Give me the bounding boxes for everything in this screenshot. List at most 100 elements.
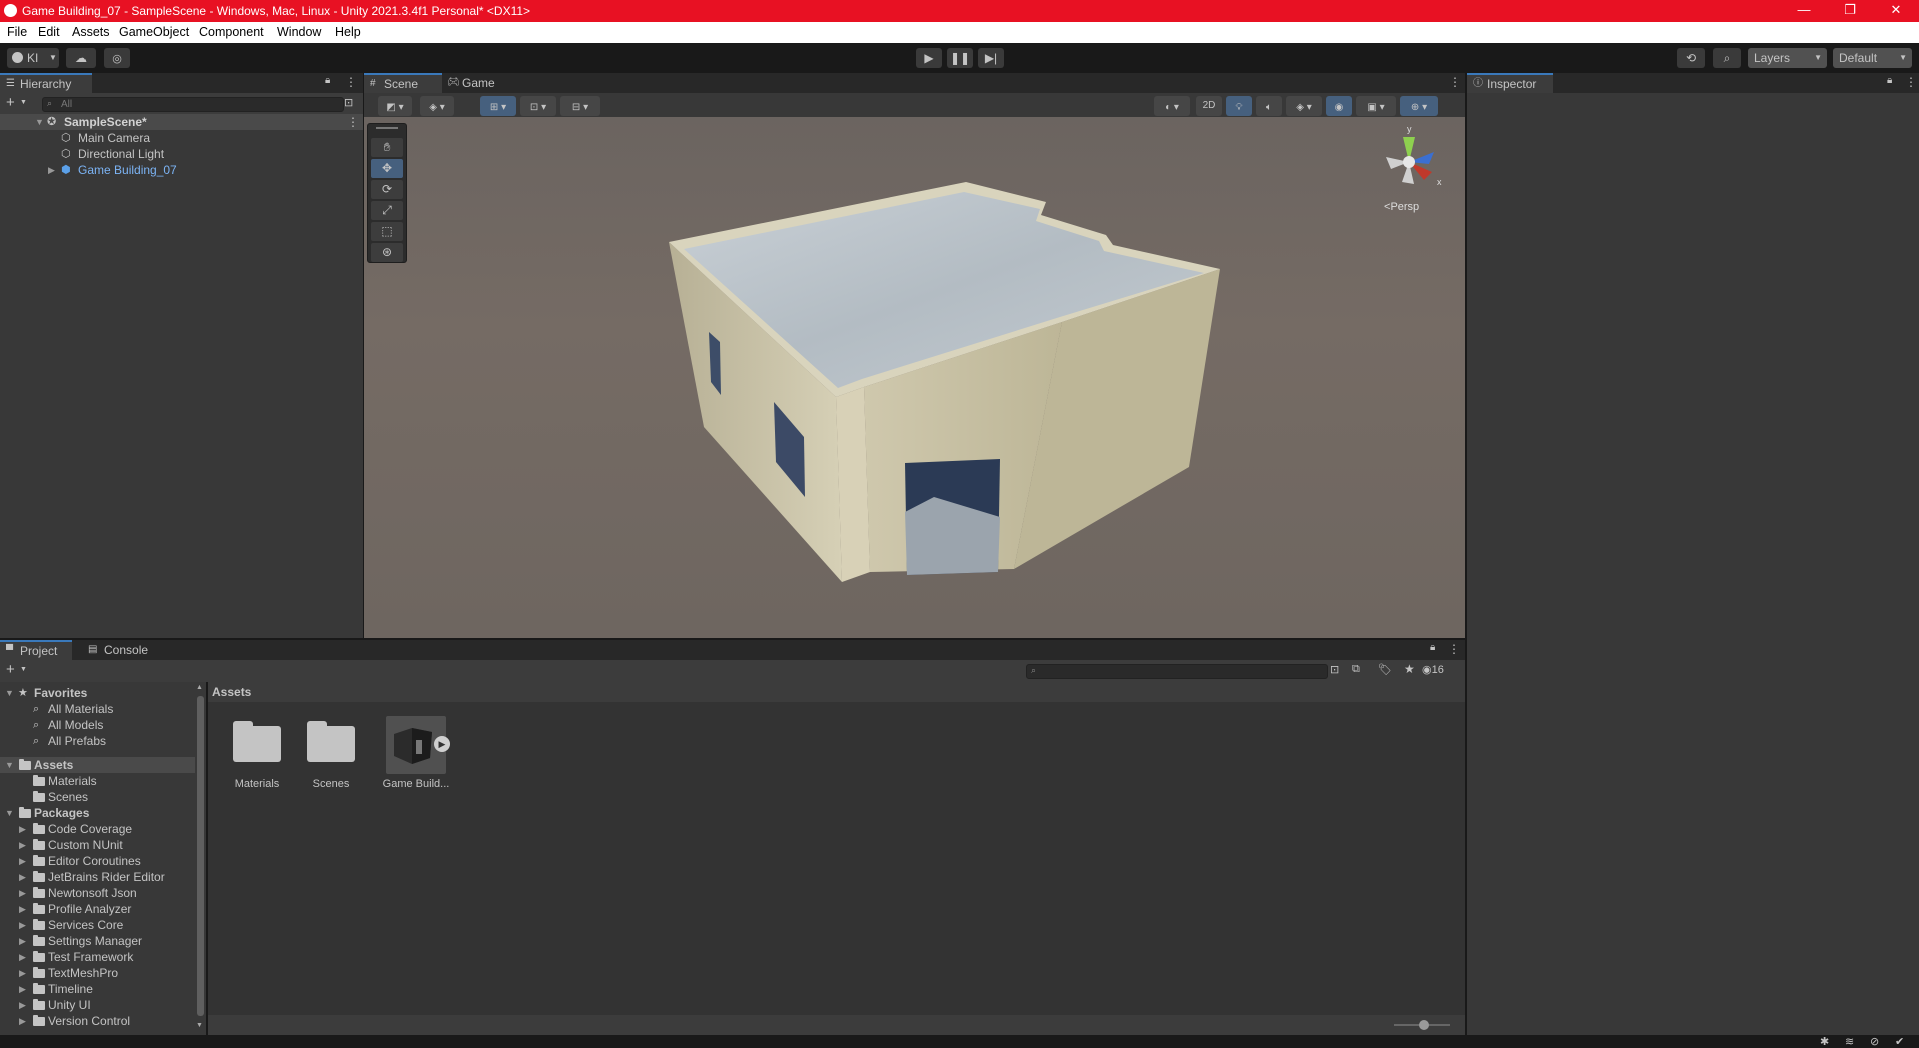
expand-arrow-icon[interactable]: ▶ <box>19 949 26 965</box>
camera-settings-dropdown[interactable]: ▣ ▾ <box>1356 96 1396 116</box>
check-icon[interactable]: ✔ <box>1895 1035 1904 1048</box>
database-icon[interactable]: ≋ <box>1845 1035 1854 1048</box>
menu-edit[interactable]: Edit <box>38 25 60 39</box>
minimize-button[interactable]: — <box>1781 0 1827 22</box>
scene-row[interactable]: ▼ ✪ SampleScene* ⋮ <box>0 114 363 130</box>
add-icon[interactable]: + <box>6 94 15 111</box>
package-item[interactable]: ▶ TextMeshPro <box>0 965 196 981</box>
package-item[interactable]: ▶ Test Framework <box>0 949 196 965</box>
packages-header[interactable]: ▼ Packages <box>0 805 196 821</box>
favorites-item[interactable]: ⌕ All Prefabs <box>0 733 196 749</box>
expand-arrow-icon[interactable]: ▶ <box>19 1013 26 1029</box>
tab-game[interactable]: 🎮︎ Game <box>442 73 502 93</box>
render-mode-dropdown[interactable]: ◐ ▾ <box>1154 96 1190 116</box>
expand-arrow-icon[interactable]: ▶ <box>19 901 26 917</box>
grid-snap-toggle[interactable]: ⊞ ▾ <box>480 96 516 116</box>
lock-icon[interactable]: 🔒︎ <box>325 75 330 86</box>
play-preview-icon[interactable]: ▶ <box>434 736 450 752</box>
add-icon[interactable]: + <box>6 661 15 678</box>
hierarchy-item[interactable]: ⬡ Main Camera <box>0 130 363 146</box>
cloud-button[interactable]: ☁ <box>66 48 96 68</box>
tab-inspector[interactable]: ⓘ Inspector <box>1467 73 1553 93</box>
expand-arrow-icon[interactable]: ▼ <box>5 757 14 773</box>
step-button[interactable]: ▶| <box>978 48 1004 68</box>
expand-arrow-icon[interactable]: ▶ <box>19 821 26 837</box>
menu-window[interactable]: Window <box>277 25 321 39</box>
lock-icon[interactable]: 🔒︎ <box>1430 642 1435 653</box>
kebab-menu-icon[interactable]: ⋮ <box>1448 642 1460 656</box>
tab-scene[interactable]: # Scene <box>364 73 442 93</box>
tab-project[interactable]: ▀ Project <box>0 640 72 660</box>
close-button[interactable]: ✕ <box>1873 0 1919 22</box>
hierarchy-item[interactable]: ▶ ⬢ Game Building_07 <box>0 162 363 178</box>
folder-item[interactable]: Scenes <box>0 789 196 805</box>
menu-component[interactable]: Component <box>199 25 264 39</box>
layout-dropdown[interactable]: Default ▼ <box>1833 48 1912 68</box>
tab-hierarchy[interactable]: ☰ Hierarchy <box>0 73 92 93</box>
drag-handle[interactable] <box>376 127 398 129</box>
expand-arrow-icon[interactable]: ▶ <box>19 965 26 981</box>
kebab-menu-icon[interactable]: ⋮ <box>345 75 357 89</box>
rect-tool-button[interactable]: ⬚ <box>371 222 403 241</box>
expand-arrow-icon[interactable]: ▶ <box>19 933 26 949</box>
expand-arrow-icon[interactable]: ▶ <box>19 853 26 869</box>
breadcrumb[interactable]: Assets <box>212 685 251 699</box>
transform-tool-button[interactable]: ⊛ <box>371 243 403 262</box>
scroll-down-icon[interactable]: ▼ <box>196 1022 203 1029</box>
slider-thumb[interactable] <box>1419 1020 1429 1030</box>
expand-arrow-icon[interactable]: ▼ <box>35 114 44 130</box>
package-item[interactable]: ▶ Profile Analyzer <box>0 901 196 917</box>
expand-arrow-icon[interactable]: ▶ <box>19 917 26 933</box>
asset-tile[interactable]: ▶ Game Build... <box>376 716 450 798</box>
tree-scrollbar[interactable]: ▲ ▼ <box>195 682 206 1035</box>
kebab-menu-icon[interactable]: ⋮ <box>1449 75 1461 89</box>
snap-increment-dropdown[interactable]: ⊡ ▾ <box>520 96 556 116</box>
menu-help[interactable]: Help <box>335 25 361 39</box>
package-item[interactable]: ▶ Unity UI <box>0 997 196 1013</box>
layers-dropdown[interactable]: Layers ▼ <box>1748 48 1827 68</box>
package-item[interactable]: ▶ Editor Coroutines <box>0 853 196 869</box>
menu-file[interactable]: File <box>7 25 27 39</box>
audio-toggle[interactable]: 🔈︎ <box>1256 96 1282 116</box>
filter-type-icon[interactable]: ⧉ <box>1352 663 1360 676</box>
package-item[interactable]: ▶ Code Coverage <box>0 821 196 837</box>
folder-item[interactable]: Materials <box>0 773 196 789</box>
undo-history-button[interactable]: ⟲ <box>1677 48 1705 68</box>
asset-tile[interactable]: Materials <box>228 716 286 798</box>
ruler-dropdown[interactable]: ⊟ ▾ <box>560 96 600 116</box>
scene-viewport[interactable]: ✋︎ ✥ ⟳ ⤢ ⬚ ⊛ y x <Persp <box>364 117 1465 638</box>
play-button[interactable]: ▶ <box>916 48 942 68</box>
draw-mode-dropdown[interactable]: ◩ ▾ <box>378 96 412 116</box>
label-icon[interactable]: 🏷︎ <box>1378 663 1392 676</box>
package-item[interactable]: ▶ Newtonsoft Json <box>0 885 196 901</box>
scroll-up-icon[interactable]: ▲ <box>196 684 203 691</box>
expand-arrow-icon[interactable]: ▶ <box>48 162 55 178</box>
hand-tool-button[interactable]: ✋︎ <box>371 138 403 157</box>
expand-arrow-icon[interactable]: ▶ <box>19 981 26 997</box>
gizmos-dropdown[interactable]: ⊕ ▾ <box>1400 96 1438 116</box>
chevron-down-icon[interactable]: ▼ <box>20 666 27 673</box>
scale-tool-button[interactable]: ⤢ <box>371 201 403 220</box>
search-button[interactable]: ⌕ <box>1713 48 1741 68</box>
hierarchy-item[interactable]: ⬡ Directional Light <box>0 146 363 162</box>
package-item[interactable]: ▶ Version Control <box>0 1013 196 1029</box>
shading-dropdown[interactable]: ◈ ▾ <box>420 96 454 116</box>
favorites-item[interactable]: ⌕ All Models <box>0 717 196 733</box>
toggle-2d-button[interactable]: 2D <box>1196 96 1222 116</box>
rotate-tool-button[interactable]: ⟳ <box>371 180 403 199</box>
tab-console[interactable]: ▤ Console <box>84 640 158 660</box>
visibility-toggle[interactable]: ◉ <box>1326 96 1352 116</box>
search-by-type-icon[interactable]: ⊡ <box>1330 663 1339 676</box>
lighting-toggle[interactable]: 💡︎ <box>1226 96 1252 116</box>
package-item[interactable]: ▶ Services Core <box>0 917 196 933</box>
scroll-thumb[interactable] <box>197 696 204 1016</box>
orientation-gizmo[interactable]: y x <box>1374 124 1444 197</box>
favorites-item[interactable]: ⌕ All Materials <box>0 701 196 717</box>
kebab-menu-icon[interactable]: ⋮ <box>1905 75 1917 89</box>
projection-toggle[interactable]: <Persp <box>1384 201 1419 213</box>
favorites-header[interactable]: ▼ ★ Favorites <box>0 685 196 701</box>
expand-arrow-icon[interactable]: ▼ <box>5 805 14 821</box>
restore-button[interactable]: ❐ <box>1827 0 1873 22</box>
expand-arrow-icon[interactable]: ▼ <box>5 685 14 701</box>
chevron-down-icon[interactable]: ▼ <box>20 99 27 106</box>
